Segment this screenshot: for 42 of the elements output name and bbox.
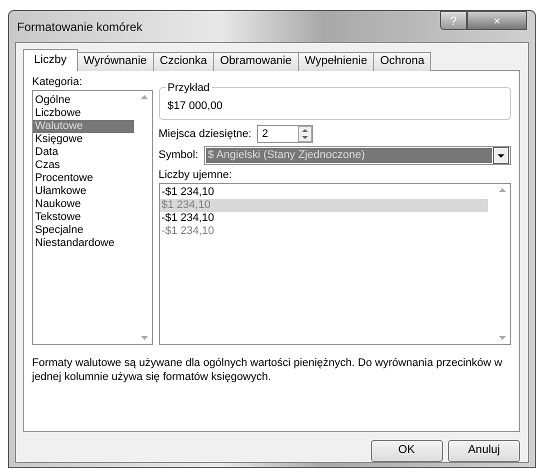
list-item[interactable]: Naukowe xyxy=(33,198,134,211)
list-item[interactable]: Procentowe xyxy=(33,172,134,185)
category-list[interactable]: Ogólne Liczbowe Walutowe Księgowe Data Czas Procentowe Ułamkowe Naukowe Tekstowe Specjalne Niestandardowe xyxy=(32,90,153,345)
list-item[interactable]: Tekstowe xyxy=(33,210,134,224)
list-item[interactable]: Niestandardowe xyxy=(33,236,134,250)
symbol-label: Symbol: xyxy=(158,148,198,163)
tab[interactable]: Czcionka xyxy=(152,52,214,71)
sample-value: $17 000,00 xyxy=(168,100,223,112)
list-item[interactable]: -$1 234,10 xyxy=(160,212,488,226)
category-label: Kategoria: xyxy=(32,75,84,90)
number-format-text: -$1 234,10 xyxy=(162,212,214,224)
list-item[interactable]: -$1 234,10 xyxy=(160,225,488,238)
scroll-up-icon[interactable] xyxy=(498,188,506,192)
negative-numbers-label: Liczby ujemne: xyxy=(158,168,233,182)
window-title: Formatowanie komórek xyxy=(16,18,142,36)
list-item[interactable]: Data xyxy=(33,146,134,159)
cancel-button[interactable]: Anuluj xyxy=(448,440,520,462)
sample-label: Przykład xyxy=(166,80,212,96)
list-item[interactable]: Liczbowe xyxy=(33,106,134,120)
ok-button[interactable]: OK xyxy=(370,440,442,462)
description-text: Formaty walutowe są używane dla ogólnych wartości pieniężnych. Do wyrównania przecinków w jednej kolumnie używa się formatów księgowych. xyxy=(32,356,504,384)
decimal-places-label: Miejsca dziesiętne: xyxy=(158,126,252,142)
decimal-places-spinner[interactable]: 2 xyxy=(256,125,313,143)
tab[interactable]: Obramowanie xyxy=(213,52,299,71)
tab[interactable]: Wypełnienie xyxy=(298,52,374,71)
list-item[interactable]: Ułamkowe xyxy=(33,184,134,198)
scroll-up-icon[interactable] xyxy=(140,95,148,99)
list-item[interactable]: Ogólne xyxy=(33,94,134,107)
tab[interactable]: Wyrównanie xyxy=(76,52,154,71)
negative-numbers-list[interactable]: -$1 234,10 $1 234,10 -$1 234,10 -$1 234,10 xyxy=(158,182,511,345)
spin-arrows-icon xyxy=(298,126,312,142)
tab[interactable]: Ochrona xyxy=(373,52,432,71)
scroll-down-icon[interactable] xyxy=(498,336,506,340)
number-format-text: -$1 234,10 xyxy=(162,186,214,198)
number-format-text: $1 234,10 xyxy=(162,199,210,212)
number-format-text: -$1 234,10 xyxy=(162,225,214,238)
list-item[interactable]: Specjalne xyxy=(33,224,134,237)
list-item[interactable]: -$1 234,10 xyxy=(160,186,488,200)
scroll-down-icon[interactable] xyxy=(140,336,148,340)
tab[interactable]: Liczby xyxy=(23,49,78,71)
list-item[interactable]: Księgowe xyxy=(33,132,134,146)
list-item[interactable]: Czas xyxy=(33,158,134,172)
